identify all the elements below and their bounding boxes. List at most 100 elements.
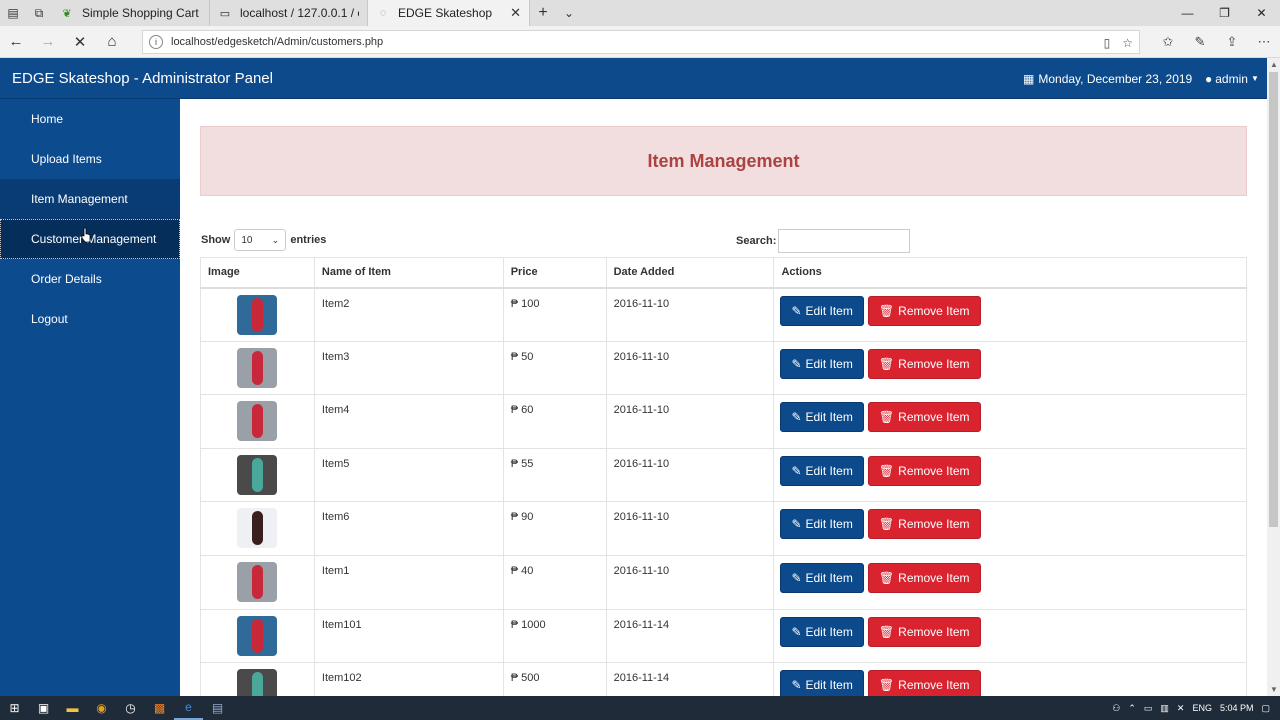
chevron-down-icon[interactable]: ⌄ [556, 0, 582, 26]
actions-cell: ✎ Edit Item 🗑 Remove Item [773, 394, 1247, 449]
people-icon[interactable]: ⚇ [1112, 703, 1120, 714]
forward-arrow-icon[interactable]: → [32, 26, 64, 58]
trash-icon: 🗑 [878, 356, 895, 371]
pencil-icon: ✎ [791, 463, 802, 478]
column-header-name[interactable]: Name of Item [313, 257, 504, 289]
home-icon[interactable]: ⌂ [96, 26, 128, 58]
favorites-hub-icon[interactable]: ✩ [1155, 34, 1181, 50]
favorite-star-icon[interactable]: ☆ [1122, 36, 1133, 50]
browser-tab[interactable]: ▭ localhost / 127.0.0.1 / edge [210, 0, 368, 26]
close-icon[interactable]: ✕ [510, 5, 521, 21]
edit-item-button[interactable]: ✎ Edit Item [780, 509, 864, 540]
chevron-up-icon[interactable]: ⌃ [1128, 703, 1136, 714]
file-explorer-icon[interactable]: ▬ [58, 696, 87, 720]
item-name: Item5 [313, 447, 504, 503]
page-title-banner: Item Management [200, 126, 1247, 196]
remove-item-button[interactable]: 🗑 Remove Item [867, 402, 981, 433]
clock-app-icon[interactable]: ◷ [116, 696, 145, 720]
item-thumbnail [237, 508, 278, 549]
scroll-down-icon[interactable]: ▼ [1270, 685, 1278, 694]
remove-item-button[interactable]: 🗑 Remove Item [867, 348, 981, 379]
close-window-icon[interactable]: ✕ [1243, 0, 1280, 26]
remove-item-button[interactable]: 🗑 Remove Item [867, 562, 981, 593]
table-row: Item3 ₱ 50 2016-11-10 ✎ Edit Item 🗑 Remove It… [200, 340, 1247, 396]
edit-item-button[interactable]: ✎ Edit Item [780, 670, 864, 696]
url-field[interactable]: i localhost/edgesketch/Admin/customers.p… [142, 30, 1140, 54]
edit-item-button[interactable]: ✎ Edit Item [780, 562, 864, 593]
reading-view-icon[interactable]: ▯ [1104, 36, 1111, 50]
sublime-icon[interactable]: ▩ [145, 696, 174, 720]
leaf-icon: ❦ [62, 7, 72, 20]
edit-item-button[interactable]: ✎ Edit Item [780, 455, 864, 486]
chrome-icon[interactable]: ◉ [87, 696, 116, 720]
remove-label: Remove Item [898, 303, 970, 318]
minimize-icon[interactable]: — [1169, 0, 1206, 26]
tab-aside-icon[interactable]: ⧉ [26, 0, 52, 26]
search-input[interactable] [778, 229, 911, 253]
browser-tab[interactable]: ❦ Simple Shopping Cart In PH [52, 0, 210, 26]
edit-item-button[interactable]: ✎ Edit Item [780, 616, 864, 647]
windows-start-icon[interactable]: ⊞ [0, 696, 29, 720]
sidebar-item-upload-items[interactable]: Upload Items [0, 139, 180, 179]
main-content: Item Management Show 10 ⌄ entries Search… [180, 99, 1267, 696]
app-icon[interactable]: ▤ [203, 696, 232, 720]
item-name: Item6 [313, 501, 504, 556]
image-cell [200, 554, 315, 610]
edit-item-button[interactable]: ✎ Edit Item [780, 295, 864, 326]
language-indicator[interactable]: ENG [1192, 703, 1212, 713]
sidebar-item-home[interactable]: Home [0, 99, 180, 139]
brand-title[interactable]: EDGE Skateshop - Administrator Panel [12, 70, 273, 87]
trash-icon: 🗑 [878, 463, 895, 478]
notifications-icon[interactable]: ▢ [1261, 703, 1270, 714]
edit-item-button[interactable]: ✎ Edit Item [780, 402, 864, 433]
remove-item-button[interactable]: 🗑 Remove Item [867, 455, 981, 486]
user-menu[interactable]: ● admin ▼ [1205, 58, 1259, 99]
sidebar-item-item-management[interactable]: Item Management [0, 179, 180, 219]
column-header-price[interactable]: Price [502, 257, 607, 289]
back-arrow-icon[interactable]: ← [0, 26, 32, 58]
task-view-icon[interactable]: ▣ [29, 696, 58, 720]
entries-select[interactable]: 10 ⌄ [234, 229, 287, 251]
item-date: 2016-11-10 [605, 340, 775, 396]
remove-label: Remove Item [898, 463, 970, 478]
restore-icon[interactable]: ❐ [1206, 0, 1243, 26]
remove-item-button[interactable]: 🗑 Remove Item [867, 616, 981, 647]
edge-icon[interactable]: e [174, 696, 203, 720]
image-cell [200, 340, 315, 396]
column-header-image[interactable]: Image [200, 257, 315, 289]
remove-item-button[interactable]: 🗑 Remove Item [867, 670, 981, 696]
remove-item-button[interactable]: 🗑 Remove Item [867, 295, 981, 326]
item-thumbnail [237, 454, 278, 495]
more-icon[interactable]: ⋯ [1251, 34, 1277, 50]
actions-cell: ✎ Edit Item 🗑 Remove Item [773, 608, 1247, 664]
pencil-icon: ✎ [791, 517, 802, 532]
item-date: 2016-11-10 [605, 554, 775, 610]
pen-icon[interactable]: ✎ [1187, 34, 1213, 50]
battery-icon[interactable]: ▭ [1144, 703, 1153, 714]
tab-manager-icon[interactable]: ▤ [0, 0, 26, 26]
scroll-up-icon[interactable]: ▲ [1270, 60, 1278, 69]
column-header-actions[interactable]: Actions [773, 257, 1247, 289]
skateboard-icon [251, 297, 263, 332]
pencil-icon: ✎ [791, 678, 802, 693]
sidebar-item-label: Logout [31, 312, 68, 326]
new-tab-icon[interactable]: + [530, 0, 556, 26]
edit-label: Edit Item [805, 570, 853, 585]
stop-loading-icon[interactable]: ✕ [64, 26, 96, 58]
edit-item-button[interactable]: ✎ Edit Item [780, 348, 864, 379]
volume-muted-icon[interactable]: ✕ [1177, 703, 1185, 714]
item-price: ₱ 55 [502, 447, 607, 503]
network-icon[interactable]: ▥ [1160, 703, 1169, 714]
sidebar-item-logout[interactable]: Logout [0, 299, 180, 339]
clock-time[interactable]: 5:04 PM [1220, 703, 1254, 713]
info-icon[interactable]: i [149, 35, 163, 49]
share-icon[interactable]: ⇪ [1219, 34, 1245, 50]
browser-tab-active[interactable]: ◌ EDGE Skateshop ✕ [368, 0, 530, 26]
sidebar-item-order-details[interactable]: Order Details [0, 259, 180, 299]
page-scrollbar[interactable]: ▲ ▼ [1267, 58, 1280, 696]
scroll-thumb[interactable] [1269, 72, 1278, 527]
column-header-date[interactable]: Date Added [605, 257, 775, 289]
trash-icon: 🗑 [878, 678, 895, 693]
remove-label: Remove Item [898, 678, 970, 693]
remove-item-button[interactable]: 🗑 Remove Item [867, 509, 981, 540]
